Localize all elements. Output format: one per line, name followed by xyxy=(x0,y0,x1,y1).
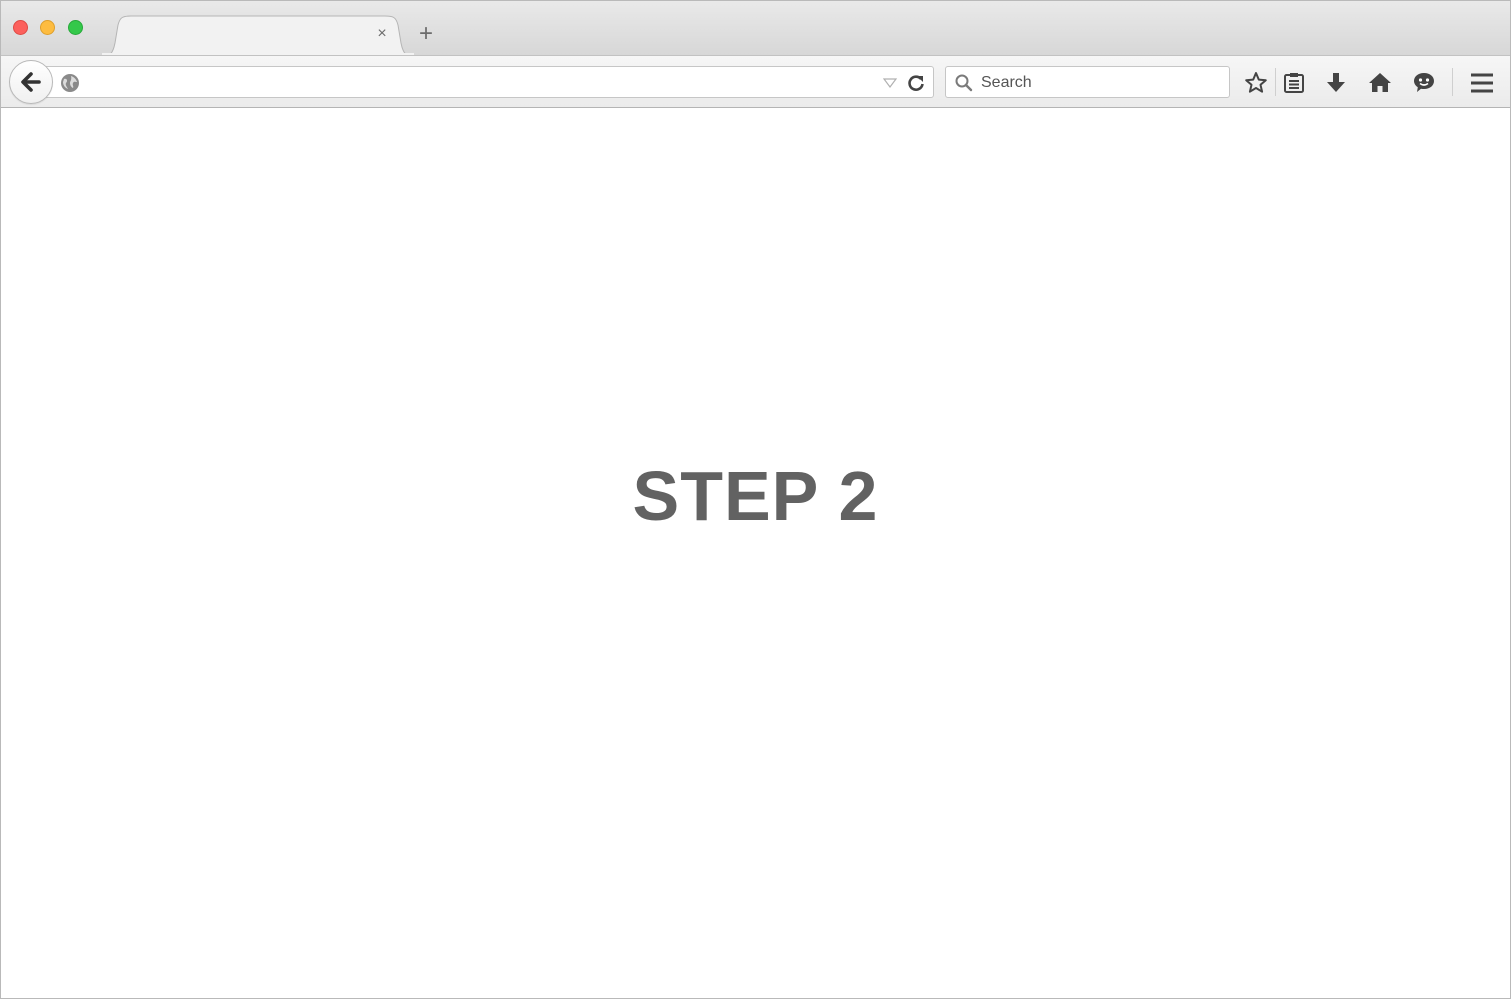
page-content: STEP 2 xyxy=(1,108,1510,998)
tab-shape xyxy=(101,15,415,56)
window-minimize-button[interactable] xyxy=(40,20,55,35)
reading-list-icon[interactable] xyxy=(1281,70,1307,96)
globe-icon xyxy=(61,74,79,92)
tab-close-icon[interactable]: × xyxy=(374,26,390,42)
search-bar[interactable] xyxy=(945,66,1230,98)
window-close-button[interactable] xyxy=(13,20,28,35)
toolbar-separator xyxy=(1275,68,1276,96)
back-arrow-icon xyxy=(21,72,41,92)
search-icon xyxy=(955,74,973,92)
star-icon[interactable] xyxy=(1243,70,1269,96)
window-zoom-button[interactable] xyxy=(68,20,83,35)
step-heading: STEP 2 xyxy=(632,457,879,535)
chat-icon[interactable] xyxy=(1411,70,1437,96)
download-icon[interactable] xyxy=(1323,70,1349,96)
browser-window: × + Search STEP 2 xyxy=(0,0,1511,999)
new-tab-button[interactable]: + xyxy=(415,22,437,46)
tab-active[interactable]: × xyxy=(101,15,415,56)
reload-icon[interactable] xyxy=(906,73,926,93)
toolbar-separator xyxy=(1452,68,1453,96)
url-bar[interactable] xyxy=(39,66,934,98)
menu-icon[interactable] xyxy=(1469,70,1495,96)
search-input[interactable] xyxy=(981,74,1216,92)
navigation-toolbar xyxy=(1,55,1510,108)
back-button[interactable] xyxy=(9,60,53,104)
home-icon[interactable] xyxy=(1367,70,1393,96)
url-input[interactable] xyxy=(88,73,868,91)
chevron-down-icon[interactable] xyxy=(883,78,897,88)
tab-strip: × + xyxy=(1,1,1510,56)
